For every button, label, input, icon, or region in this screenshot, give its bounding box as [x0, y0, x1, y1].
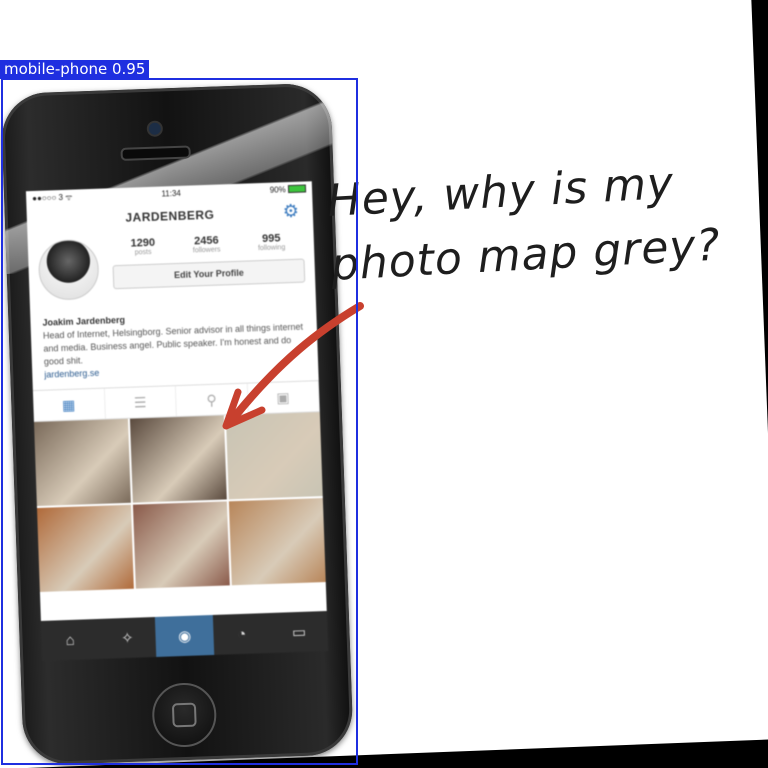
scene: ●●○○○ 3 ᯤ 11:34 90% JARDENBERG ⚙ 1290 po… — [0, 0, 768, 768]
detection-bounding-box — [1, 78, 358, 765]
handwritten-note: Hey, why is my photo map grey? — [326, 147, 762, 297]
detection-label: mobile-phone 0.95 — [0, 60, 150, 79]
